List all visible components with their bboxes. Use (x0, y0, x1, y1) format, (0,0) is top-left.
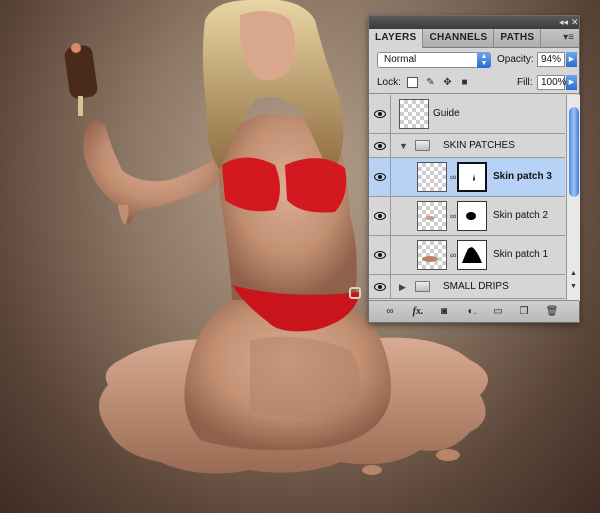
popsicle-stick (78, 96, 83, 116)
mask-shape (462, 247, 482, 263)
adjustment-layer-icon[interactable]: ◐. (463, 305, 481, 319)
melt-drip (362, 465, 382, 475)
thigh-shading (250, 336, 360, 418)
folder-icon (415, 281, 430, 292)
layer-thumbnail (417, 201, 447, 231)
panel-menu-icon[interactable]: ▾≡ (563, 32, 574, 43)
blend-mode-select[interactable]: Normal ▲ ▼ (377, 52, 491, 68)
layer-mask-thumbnail[interactable] (457, 201, 487, 231)
fill-dropdown-icon[interactable]: ▶ (566, 75, 577, 90)
layer-skin-patch-2[interactable]: ∞ Skin patch 2 (369, 197, 565, 236)
layer-skin-patch-3[interactable]: ∞ Skin patch 3 (369, 158, 565, 197)
lock-label: Lock: (377, 77, 401, 88)
popsicle-bite (71, 43, 81, 53)
visibility-toggle[interactable] (369, 95, 391, 133)
layer-guide[interactable]: Guide (369, 95, 565, 134)
layer-mask-thumbnail[interactable] (457, 162, 487, 192)
mask-link-icon[interactable]: ∞ (450, 172, 456, 182)
mask-link-icon[interactable]: ∞ (450, 211, 456, 221)
fx-icon[interactable]: fx. (409, 305, 427, 319)
scroll-up-icon[interactable]: ▲ (567, 268, 580, 279)
link-layers-icon[interactable]: ∞ (381, 305, 399, 319)
layer-name: Skin patch 2 (493, 210, 549, 221)
layers-list: Guide ▼ SKIN PATCHES ∞ Skin patch 3 ∞ Sk… (369, 95, 565, 301)
eye-icon (374, 283, 386, 291)
visibility-toggle[interactable] (369, 275, 391, 298)
layer-name: Guide (433, 108, 460, 119)
layer-name: Skin patch 3 (493, 171, 552, 182)
popsicle (64, 45, 98, 99)
visibility-toggle[interactable] (369, 134, 391, 157)
panel-tabs: LAYERS CHANNELS PATHS ▾≡ (369, 29, 579, 48)
tab-paths[interactable]: PATHS (494, 29, 542, 47)
group-name: SKIN PATCHES (443, 140, 515, 151)
lock-all-icon[interactable]: ■ (459, 77, 470, 88)
close-icon[interactable]: ✕ (571, 17, 579, 28)
mask-shape (466, 212, 476, 220)
lock-position-icon[interactable]: ✥ (442, 77, 453, 88)
expand-triangle-icon[interactable]: ▼ (399, 141, 408, 151)
panel-titlebar[interactable]: ◂◂ ✕ (369, 16, 579, 29)
expand-triangle-icon[interactable]: ▶ (399, 282, 406, 293)
layer-thumbnail (417, 240, 447, 270)
layer-skin-patch-1[interactable]: ∞ Skin patch 1 (369, 236, 565, 275)
folder-icon (415, 140, 430, 151)
eye-icon (374, 173, 386, 181)
scroll-down-icon[interactable]: ▼ (567, 281, 580, 292)
mask-shape (473, 174, 475, 181)
arm-drip (118, 205, 129, 225)
blend-row: Normal ▲ ▼ Opacity: 94% ▶ (369, 48, 579, 72)
melt-drip (436, 449, 460, 461)
layer-name: Skin patch 1 (493, 249, 549, 260)
eye-icon (374, 110, 386, 118)
eye-icon (374, 142, 386, 150)
fill-label: Fill: (517, 77, 533, 88)
layer-thumbnail (399, 99, 429, 129)
visibility-toggle[interactable] (369, 197, 391, 235)
group-name: SMALL DRIPS (443, 281, 509, 292)
eye-icon (374, 251, 386, 259)
thumb-content (425, 216, 435, 220)
opacity-dropdown-icon[interactable]: ▶ (566, 52, 577, 67)
layers-panel: ◂◂ ✕ LAYERS CHANNELS PATHS ▾≡ Normal ▲ ▼ … (368, 15, 580, 323)
tab-channels[interactable]: CHANNELS (423, 29, 495, 47)
opacity-field[interactable]: 94% (537, 52, 565, 67)
group-small-drips[interactable]: ▶ SMALL DRIPS (369, 275, 565, 299)
lock-image-icon[interactable]: ✎ (425, 77, 436, 88)
bikini-top (222, 157, 280, 212)
new-layer-icon[interactable]: ❐ (517, 305, 531, 319)
fill-field[interactable]: 100% (537, 75, 567, 90)
visibility-toggle[interactable] (369, 158, 391, 196)
blend-mode-value: Normal (384, 54, 417, 65)
select-arrows-icon: ▲ ▼ (477, 52, 491, 68)
trash-icon[interactable]: 🗑 (545, 305, 559, 319)
thumb-content (422, 256, 438, 262)
eye-icon (374, 212, 386, 220)
panel-footer: ∞ fx. ◙ ◐. ▭ ❐ 🗑 (369, 300, 579, 322)
mask-link-icon[interactable]: ∞ (450, 250, 456, 260)
layers-scrollbar[interactable]: ▲ ▼ (566, 95, 580, 301)
bikini-top (285, 158, 347, 213)
scrollbar-thumb[interactable] (569, 107, 579, 197)
collapse-icon[interactable]: ◂◂ (559, 17, 568, 28)
visibility-toggle[interactable] (369, 236, 391, 274)
add-mask-icon[interactable]: ◙ (437, 305, 451, 319)
lock-transparent-icon[interactable] (407, 77, 418, 88)
tab-layers[interactable]: LAYERS (369, 29, 424, 48)
lock-row: Lock: ✎ ✥ ■ Fill: 100% ▶ (369, 72, 579, 94)
group-skin-patches[interactable]: ▼ SKIN PATCHES (369, 134, 565, 158)
layer-mask-thumbnail[interactable] (457, 240, 487, 270)
opacity-label: Opacity: (497, 54, 534, 65)
new-group-icon[interactable]: ▭ (491, 305, 505, 319)
layer-thumbnail (417, 162, 447, 192)
